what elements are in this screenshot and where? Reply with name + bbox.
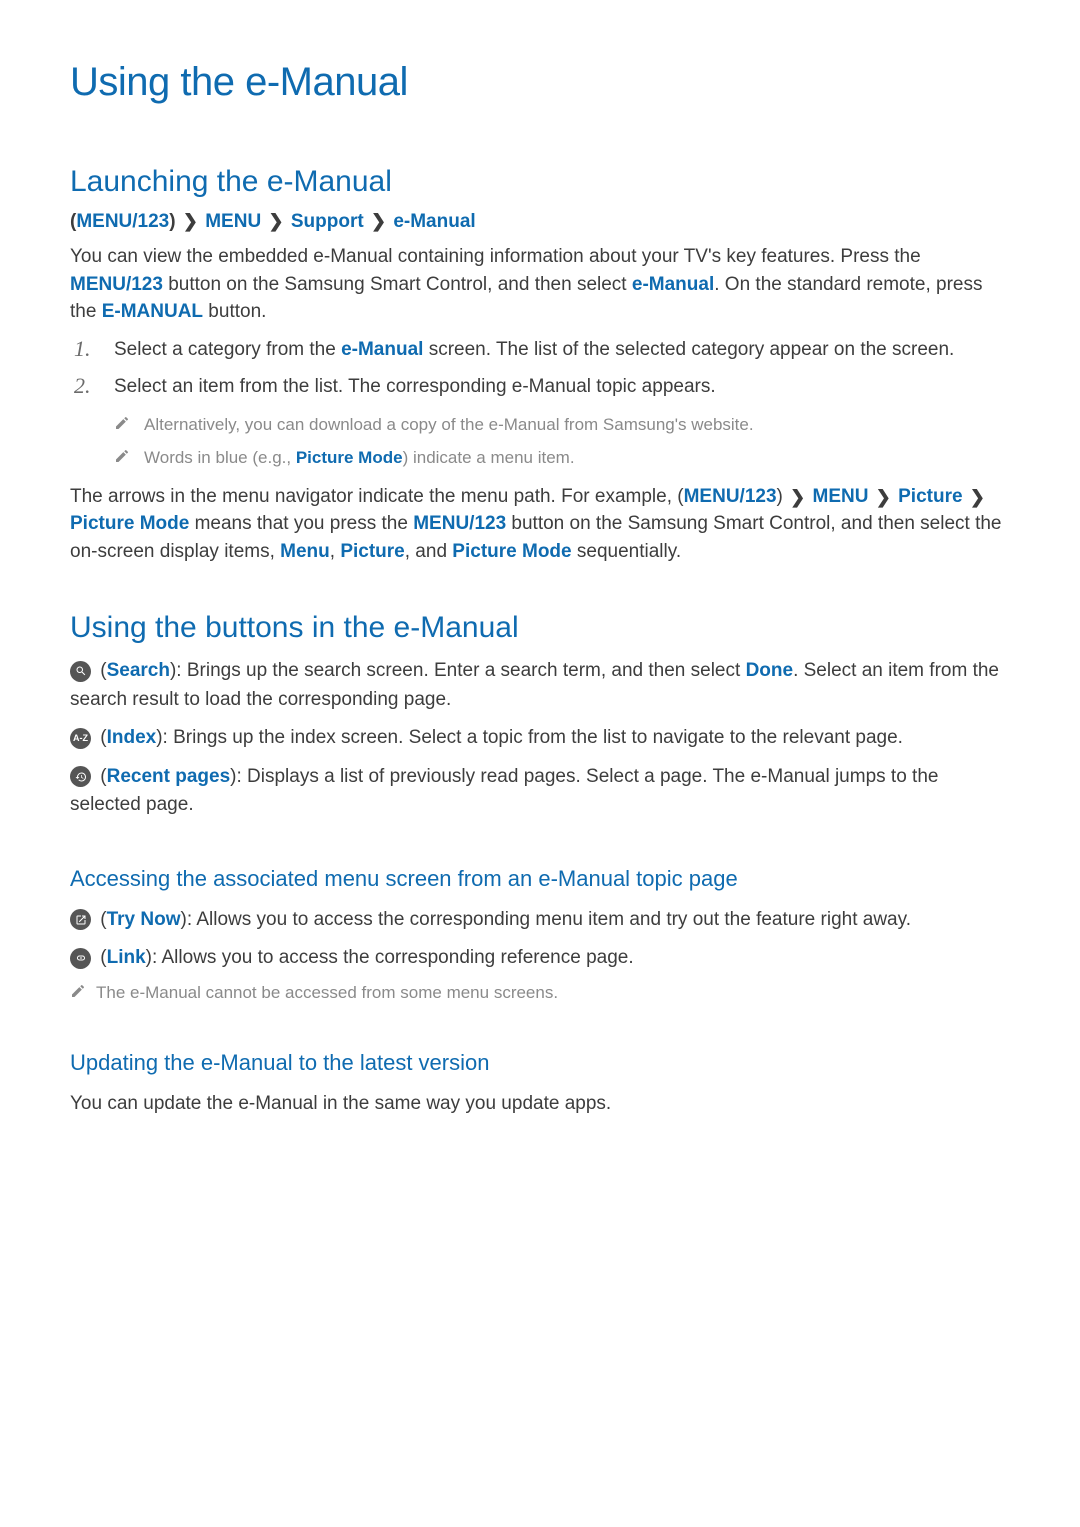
entry-link: (Link): Allows you to access the corresp… <box>70 944 1010 973</box>
ordered-steps: 1. Select a category from the e-Manual s… <box>70 336 1010 401</box>
note-list: Alternatively, you can download a copy o… <box>114 415 1010 469</box>
note-item: The e-Manual cannot be accessed from som… <box>70 983 1010 1004</box>
note-item: Words in blue (e.g., Picture Mode) indic… <box>114 448 1010 469</box>
step-text: Select an item from the list. The corres… <box>114 373 1010 401</box>
step-1: 1. Select a category from the e-Manual s… <box>70 336 1010 364</box>
crumb-emanual: e-Manual <box>393 211 475 232</box>
term-emanual-button: E-MANUAL <box>102 301 203 322</box>
chevron-right-icon: ❯ <box>790 484 805 510</box>
note-text: Words in blue (e.g., Picture Mode) indic… <box>144 448 575 468</box>
label-search: Search <box>107 660 170 681</box>
note-text: Alternatively, you can download a copy o… <box>144 415 754 435</box>
label-link: Link <box>107 947 146 968</box>
entry-trynow: (Try Now): Allows you to access the corr… <box>70 906 1010 935</box>
term-menu123: MENU/123 <box>70 274 163 295</box>
step-number: 1. <box>70 336 114 362</box>
index-icon: A-Z <box>70 728 91 749</box>
intro-paragraph: You can view the embedded e-Manual conta… <box>70 243 1010 326</box>
note-item: Alternatively, you can download a copy o… <box>114 415 1010 436</box>
document-page: Using the e-Manual Launching the e-Manua… <box>0 0 1080 1185</box>
update-paragraph: You can update the e-Manual in the same … <box>70 1090 1010 1118</box>
link-icon <box>70 948 91 969</box>
crumb-support: Support <box>291 211 364 232</box>
label-trynow: Try Now <box>107 909 181 930</box>
page-title: Using the e-Manual <box>70 60 1010 105</box>
chevron-right-icon: ❯ <box>876 484 891 510</box>
chevron-right-icon: ❯ <box>970 484 985 510</box>
entry-recent: (Recent pages): Displays a list of previ… <box>70 763 1010 820</box>
crumb-menu123: MENU/123 <box>76 211 169 232</box>
label-index: Index <box>107 727 157 748</box>
recent-pages-icon <box>70 766 91 787</box>
breadcrumb: (MENU/123) ❯ MENU ❯ Support ❯ e-Manual <box>70 211 1010 233</box>
subsection-heading-accessing: Accessing the associated menu screen fro… <box>70 866 1010 892</box>
note-list: The e-Manual cannot be accessed from som… <box>70 983 1010 1004</box>
step-2: 2. Select an item from the list. The cor… <box>70 373 1010 401</box>
term-emanual: e-Manual <box>632 274 714 295</box>
subsection-heading-updating: Updating the e-Manual to the latest vers… <box>70 1050 1010 1076</box>
note-text: The e-Manual cannot be accessed from som… <box>96 983 558 1003</box>
chevron-right-icon: ❯ <box>371 211 386 232</box>
chevron-right-icon: ❯ <box>268 211 283 232</box>
label-recent: Recent pages <box>107 766 231 787</box>
pencil-note-icon <box>114 448 144 469</box>
section-heading-launching: Launching the e-Manual <box>70 165 1010 199</box>
entry-index: A-Z (Index): Brings up the index screen.… <box>70 724 1010 753</box>
search-icon <box>70 661 91 682</box>
section-heading-buttons: Using the buttons in the e-Manual <box>70 611 1010 645</box>
arrow-explanation-paragraph: The arrows in the menu navigator indicat… <box>70 483 1010 566</box>
pencil-note-icon <box>70 983 96 1004</box>
try-now-icon <box>70 909 91 930</box>
entry-search: (Search): Brings up the search screen. E… <box>70 657 1010 714</box>
step-text: Select a category from the e-Manual scre… <box>114 336 1010 364</box>
chevron-right-icon: ❯ <box>183 211 198 232</box>
crumb-menu: MENU <box>205 211 261 232</box>
step-number: 2. <box>70 373 114 399</box>
pencil-note-icon <box>114 415 144 436</box>
